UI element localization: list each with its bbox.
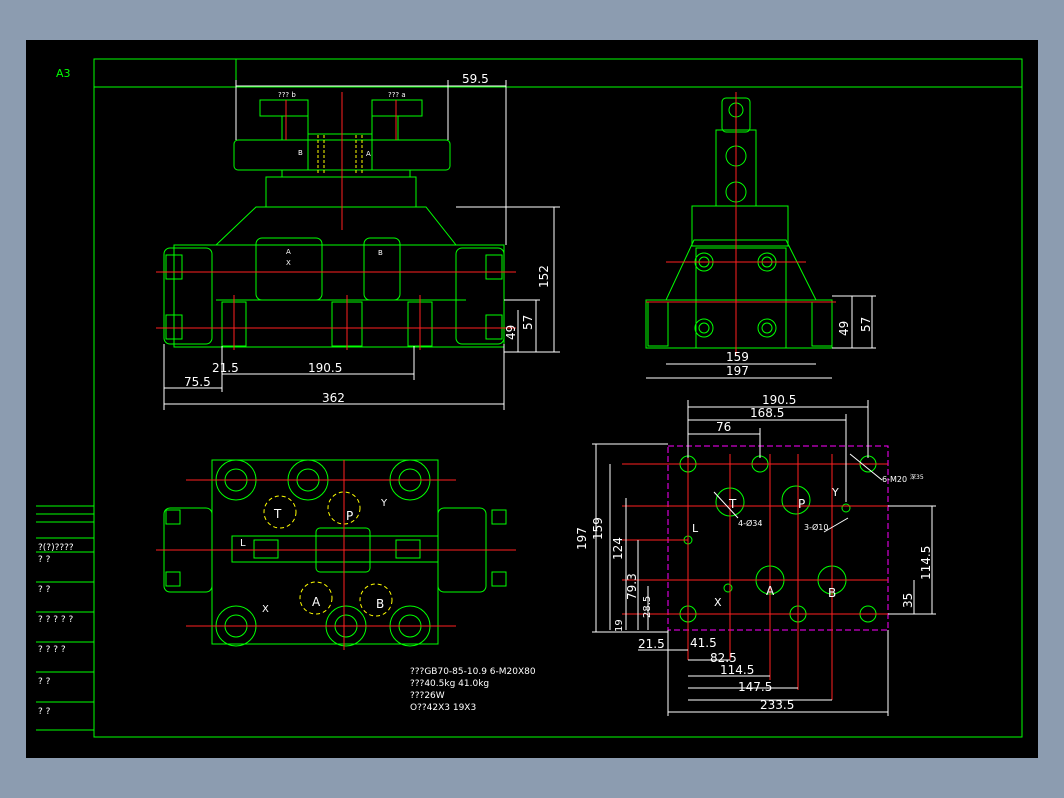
dim-152: 152 xyxy=(537,265,551,288)
mf-port-a: A xyxy=(766,584,775,598)
front-view-hidden-lines xyxy=(317,135,363,175)
top-port-x: X xyxy=(262,604,269,615)
top-port-a: A xyxy=(312,595,321,609)
mf-port-p: P xyxy=(798,497,805,511)
side-dim-57: 57 xyxy=(859,317,873,332)
title-block-row: ? ? xyxy=(38,677,51,687)
cavity-x-label: X xyxy=(286,259,291,267)
mf-dim-79-3: 79.3 xyxy=(625,573,639,600)
front-view-centerlines xyxy=(156,92,516,350)
dim-59-5: 59.5 xyxy=(462,72,489,86)
top-view-hidden-ports xyxy=(263,491,393,617)
drawing-frame xyxy=(93,58,1023,738)
mf-callout-bolt: 6-M20 xyxy=(882,475,907,484)
dim-190-5: 190.5 xyxy=(308,361,342,375)
top-view: T P Y L X A B xyxy=(156,459,516,650)
top-view-outline xyxy=(163,459,507,647)
mounting-face: 190.5 168.5 76 197 159 124 79.3 28.5 19 … xyxy=(575,393,936,716)
mf-dim-168-5: 168.5 xyxy=(750,406,784,420)
mf-port-y: Y xyxy=(831,486,839,499)
mf-dim-233-5: 233.5 xyxy=(760,698,794,712)
mf-port-t: T xyxy=(728,497,737,511)
mf-dim-114-5: 114.5 xyxy=(720,663,754,677)
note-line: O??42X3 19X3 xyxy=(410,703,476,713)
mounting-face-dimension-lines xyxy=(592,400,936,716)
mf-port-l: L xyxy=(692,522,699,535)
side-view-dimension-lines xyxy=(646,295,876,379)
mf-callout-port-dia: 4-Ø34 xyxy=(738,518,762,528)
solenoid-b-label: ??? b xyxy=(278,91,296,99)
side-view-outline xyxy=(645,97,833,349)
mf-dim-28-5: 28.5 xyxy=(642,596,653,618)
dim-57: 57 xyxy=(521,315,535,330)
side-dim-49: 49 xyxy=(837,321,851,336)
side-view: 159 197 49 57 xyxy=(645,92,876,379)
dim-21-5: 21.5 xyxy=(212,361,239,375)
top-port-b: B xyxy=(376,597,384,611)
mf-dim-190-5: 190.5 xyxy=(762,393,796,407)
note-line: ???GB70-85-10.9 6-M20X80 xyxy=(410,667,536,677)
mounting-surface xyxy=(667,445,889,631)
note-line: ???40.5kg 41.0kg xyxy=(410,679,489,689)
note-line: ???26W xyxy=(410,691,445,701)
mf-dim-147-5: 147.5 xyxy=(738,680,772,694)
title-block-row: ? ? xyxy=(38,555,51,565)
mf-dim-124: 124 xyxy=(611,537,625,560)
port-a-upper-label: A xyxy=(366,150,371,158)
top-port-t: T xyxy=(273,507,282,521)
title-block-row: ? ? ? ? ? xyxy=(38,615,74,625)
mounting-face-holes xyxy=(679,455,877,623)
drawing-sheet: A3 ?(?)???? ? ? ? ? ? ? ? ? ? ? ? ? ? ? … xyxy=(26,40,1038,758)
top-port-p: P xyxy=(346,509,353,523)
title-block-text: ?(?)???? ? ? ? ? ? ? ? ? ? ? ? ? ? ? ? ?… xyxy=(38,543,74,717)
mf-port-b: B xyxy=(828,586,836,600)
mf-port-x: X xyxy=(714,596,722,609)
title-block-row: ? ? xyxy=(38,707,51,717)
title-block-row: ? ? xyxy=(38,585,51,595)
mf-dim-197: 197 xyxy=(575,527,589,550)
side-dim-159: 159 xyxy=(726,350,749,364)
title-block-row: ? ? ? ? xyxy=(38,645,66,655)
cad-drawing: A3 ?(?)???? ? ? ? ? ? ? ? ? ? ? ? ? ? ? … xyxy=(36,58,1023,738)
front-view-outline xyxy=(163,99,505,348)
mf-dim-19: 19 xyxy=(614,619,625,632)
cavity-a-label: A xyxy=(286,248,291,256)
mf-dim-21-5: 21.5 xyxy=(638,637,665,651)
dim-362: 362 xyxy=(322,391,345,405)
mf-dim-114-5-right: 114.5 xyxy=(919,546,933,580)
mf-callout-pilot-dia: 3-Ø10 xyxy=(804,522,828,532)
solenoid-a-label: ??? a xyxy=(388,91,406,99)
mf-dim-76: 76 xyxy=(716,420,731,434)
top-port-y: Y xyxy=(380,498,388,509)
dim-75-5: 75.5 xyxy=(184,375,211,389)
top-port-l: L xyxy=(240,538,246,549)
side-view-centerlines xyxy=(646,92,836,355)
sheet-size-label: A3 xyxy=(56,67,71,80)
mf-callout-bolt-suffix: 深35 xyxy=(910,473,924,481)
mf-dim-35: 35 xyxy=(901,593,915,608)
cavity-b-label: B xyxy=(378,249,383,257)
notes-block: ???GB70-85-10.9 6-M20X80 ???40.5kg 41.0k… xyxy=(410,667,536,713)
mf-dim-159: 159 xyxy=(591,517,605,540)
dim-49: 49 xyxy=(504,325,518,340)
side-dim-197: 197 xyxy=(726,364,749,378)
mf-dim-41-5: 41.5 xyxy=(690,636,717,650)
title-block-row: ?(?)???? xyxy=(38,543,74,553)
front-view: ??? b ??? a B A A X B 59.5 152 57 49 21.… xyxy=(156,72,560,410)
port-b-upper-label: B xyxy=(298,149,303,157)
